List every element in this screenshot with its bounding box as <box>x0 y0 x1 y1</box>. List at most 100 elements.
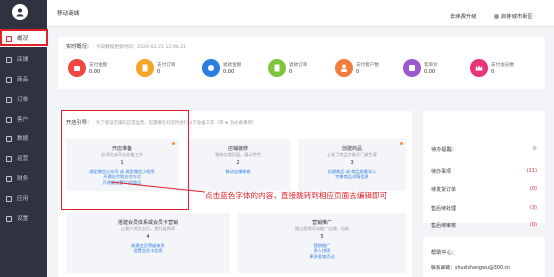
user-icon <box>494 14 499 19</box>
sidebar-item-label: 数据 <box>17 136 29 142</box>
stat-value: 0.00 <box>89 69 101 75</box>
step-links: 营销推广 多人拼团 更多营销活动 <box>238 243 406 259</box>
sidebar-item-label: 财务 <box>17 176 29 182</box>
help-title: 帮助中心： <box>431 250 457 256</box>
sidebar-item-orders[interactable]: 订单 <box>0 92 47 108</box>
annotation-hint-text: 点击蓝色字体的内容，直接跳转到相应页面去编辑即可 <box>205 191 388 200</box>
stat-unit-price[interactable]: 客单价 0.00 <box>403 59 455 85</box>
todo-count: (0) <box>529 222 537 228</box>
sidebar-item-settings[interactable]: 设置 <box>0 211 47 227</box>
settings-icon <box>6 216 12 222</box>
operation-icon <box>6 156 12 162</box>
todo-count: (3) <box>529 205 537 211</box>
sidebar-item-label: 店铺 <box>17 57 29 63</box>
stat-value: 0.00 <box>424 69 436 75</box>
todo-row-review[interactable]: 售后待审核 (0) <box>431 222 537 229</box>
sidebar-item-store[interactable]: 店铺 <box>0 52 47 68</box>
guide-step-3: 创建商品 上架了商品才能开门做生意 3 创建商品 或 商品批量导入 完善商品详情… <box>298 139 406 191</box>
stat-value: 0 <box>289 69 293 75</box>
todo-row-ship[interactable]: 待发货订单 (0) <box>431 186 537 193</box>
stat-refund-orders[interactable]: 退款订单 0 <box>268 59 320 85</box>
member-card-link[interactable]: 设置会员卡信息 <box>66 248 230 253</box>
order-icon <box>6 97 12 103</box>
todo-row-aftersale[interactable]: 售后待处理 (3) <box>431 205 537 212</box>
step-links: 创建商品 或 商品批量导入 完善商品详情信息 <box>298 169 406 180</box>
stat-label: 支付客户数 <box>356 63 379 68</box>
stat-label: 支付会员数 <box>491 63 514 68</box>
stat-refund-amount[interactable]: 退款金额 0.00 <box>202 59 254 85</box>
stat-label: 支付金额 <box>89 63 108 68</box>
sidebar-item-goods[interactable]: 商品 <box>0 72 47 88</box>
app-icon <box>6 196 12 202</box>
stat-label: 退款金额 <box>223 63 242 68</box>
sidebar-item-label: 客户 <box>17 117 29 123</box>
step-number: 5 <box>320 234 324 240</box>
overview-title: 实时概况： 今日数据更新时间：2020-02-21 12:04:21 <box>66 43 186 50</box>
money-bag-icon <box>68 59 86 77</box>
step-number: 4 <box>146 234 150 240</box>
sidebar-item-label: 运营 <box>17 156 29 162</box>
todo-panel: 待办提醒： ⟳ 待办事项 (11) 待发货订单 (0) 售后待处理 (3) 售后待审核… <box>423 111 545 229</box>
sidebar-item-apps[interactable]: 应用 <box>0 191 47 207</box>
annotation-arrow-icon <box>111 181 206 193</box>
step-desc: 上架了商品才能开门做生意 <box>326 152 378 157</box>
avatar[interactable] <box>12 4 28 20</box>
todo-label: 售后待审核 <box>431 223 457 229</box>
user-name: 启芽城市街区 <box>501 14 533 20</box>
sidebar-item-label: 设置 <box>17 216 29 222</box>
data-icon <box>6 136 12 142</box>
stat-pay-orders[interactable]: 支付订单 0 <box>136 59 188 85</box>
todo-row-pending[interactable]: 待办事项 (11) <box>431 168 537 175</box>
finance-icon <box>6 176 12 182</box>
annotation-highlight-nav <box>0 29 48 46</box>
sidebar-item-label: 订单 <box>17 97 29 103</box>
step-desc: 让客户成为会员，提升复购率 <box>120 226 176 231</box>
refund-coin-icon <box>202 59 220 77</box>
stat-label: 退款订单 <box>289 63 308 68</box>
realtime-overview-panel: 实时概况： 今日数据更新时间：2020-02-21 12:04:21 支付金额 0.… <box>58 37 545 89</box>
goods-icon <box>6 77 12 83</box>
store-icon <box>6 57 12 63</box>
goods-detail-link[interactable]: 完善商品详情信息 <box>298 174 406 179</box>
step-desc: 通过营销活动推广店铺，拉新 <box>294 226 350 231</box>
refresh-icon[interactable]: ⟳ <box>533 146 537 152</box>
more-marketing-link[interactable]: 更多营销活动 <box>238 254 406 259</box>
step-links: 新建会员等级体系 设置会员卡信息 <box>66 243 230 254</box>
stat-value: 0 <box>157 69 161 75</box>
stat-value: 0 <box>356 69 360 75</box>
customers-icon <box>335 59 353 77</box>
todo-label: 售后待处理 <box>431 206 457 212</box>
order-list-icon <box>136 59 154 77</box>
stat-pay-amount[interactable]: 支付金额 0.00 <box>68 59 120 85</box>
crown-icon <box>470 59 488 77</box>
user-menu[interactable]: 启芽城市街区 <box>494 12 533 20</box>
sidebar-item-label: 商品 <box>17 77 29 83</box>
stat-label: 客单价 <box>424 63 438 68</box>
guide-step-4: 搭建会员体系或会员卡营销 让客户成为会员，提升复购率 4 新建会员等级体系 设置… <box>66 213 230 273</box>
stat-value: 0 <box>491 69 495 75</box>
todo-count: (11) <box>526 168 537 174</box>
sidebar-item-customers[interactable]: 客户 <box>0 112 47 128</box>
user-avatar-icon <box>16 8 24 17</box>
upgrade-link[interactable]: 去续费升级 <box>450 12 477 20</box>
sidebar-item-operation[interactable]: 运营 <box>0 151 47 167</box>
top-bar: 移动商城 去续费升级 启芽城市街区 <box>47 0 554 27</box>
step-number: 2 <box>236 160 240 166</box>
overview-update-time: 今日数据更新时间：2020-02-21 12:04:21 <box>95 45 187 50</box>
sidebar-item-label: 应用 <box>17 196 29 202</box>
step-desc: 装修店铺页面，展示特色 <box>214 152 262 157</box>
todo-count: (0) <box>529 186 537 192</box>
mobile-decorate-link[interactable]: 移动店铺装修 <box>186 169 290 174</box>
step-heading: 营销推广 <box>311 220 332 226</box>
stat-label: 支付订单 <box>157 63 176 68</box>
step-heading: 创建商品 <box>341 146 362 152</box>
sidebar-item-finance[interactable]: 财务 <box>0 171 47 187</box>
annotation-highlight-step1 <box>61 110 189 210</box>
page-title: 移动商城 <box>57 11 80 17</box>
todo-title: 待办提醒： <box>431 147 457 153</box>
sidebar-item-data[interactable]: 数据 <box>0 131 47 147</box>
stat-pay-members[interactable]: 支付会员数 0 <box>470 59 522 85</box>
stat-pay-customers[interactable]: 支付客户数 0 <box>335 59 387 85</box>
overview-title-text: 实时概况： <box>66 44 92 50</box>
step-heading: 店铺装修 <box>227 146 248 152</box>
